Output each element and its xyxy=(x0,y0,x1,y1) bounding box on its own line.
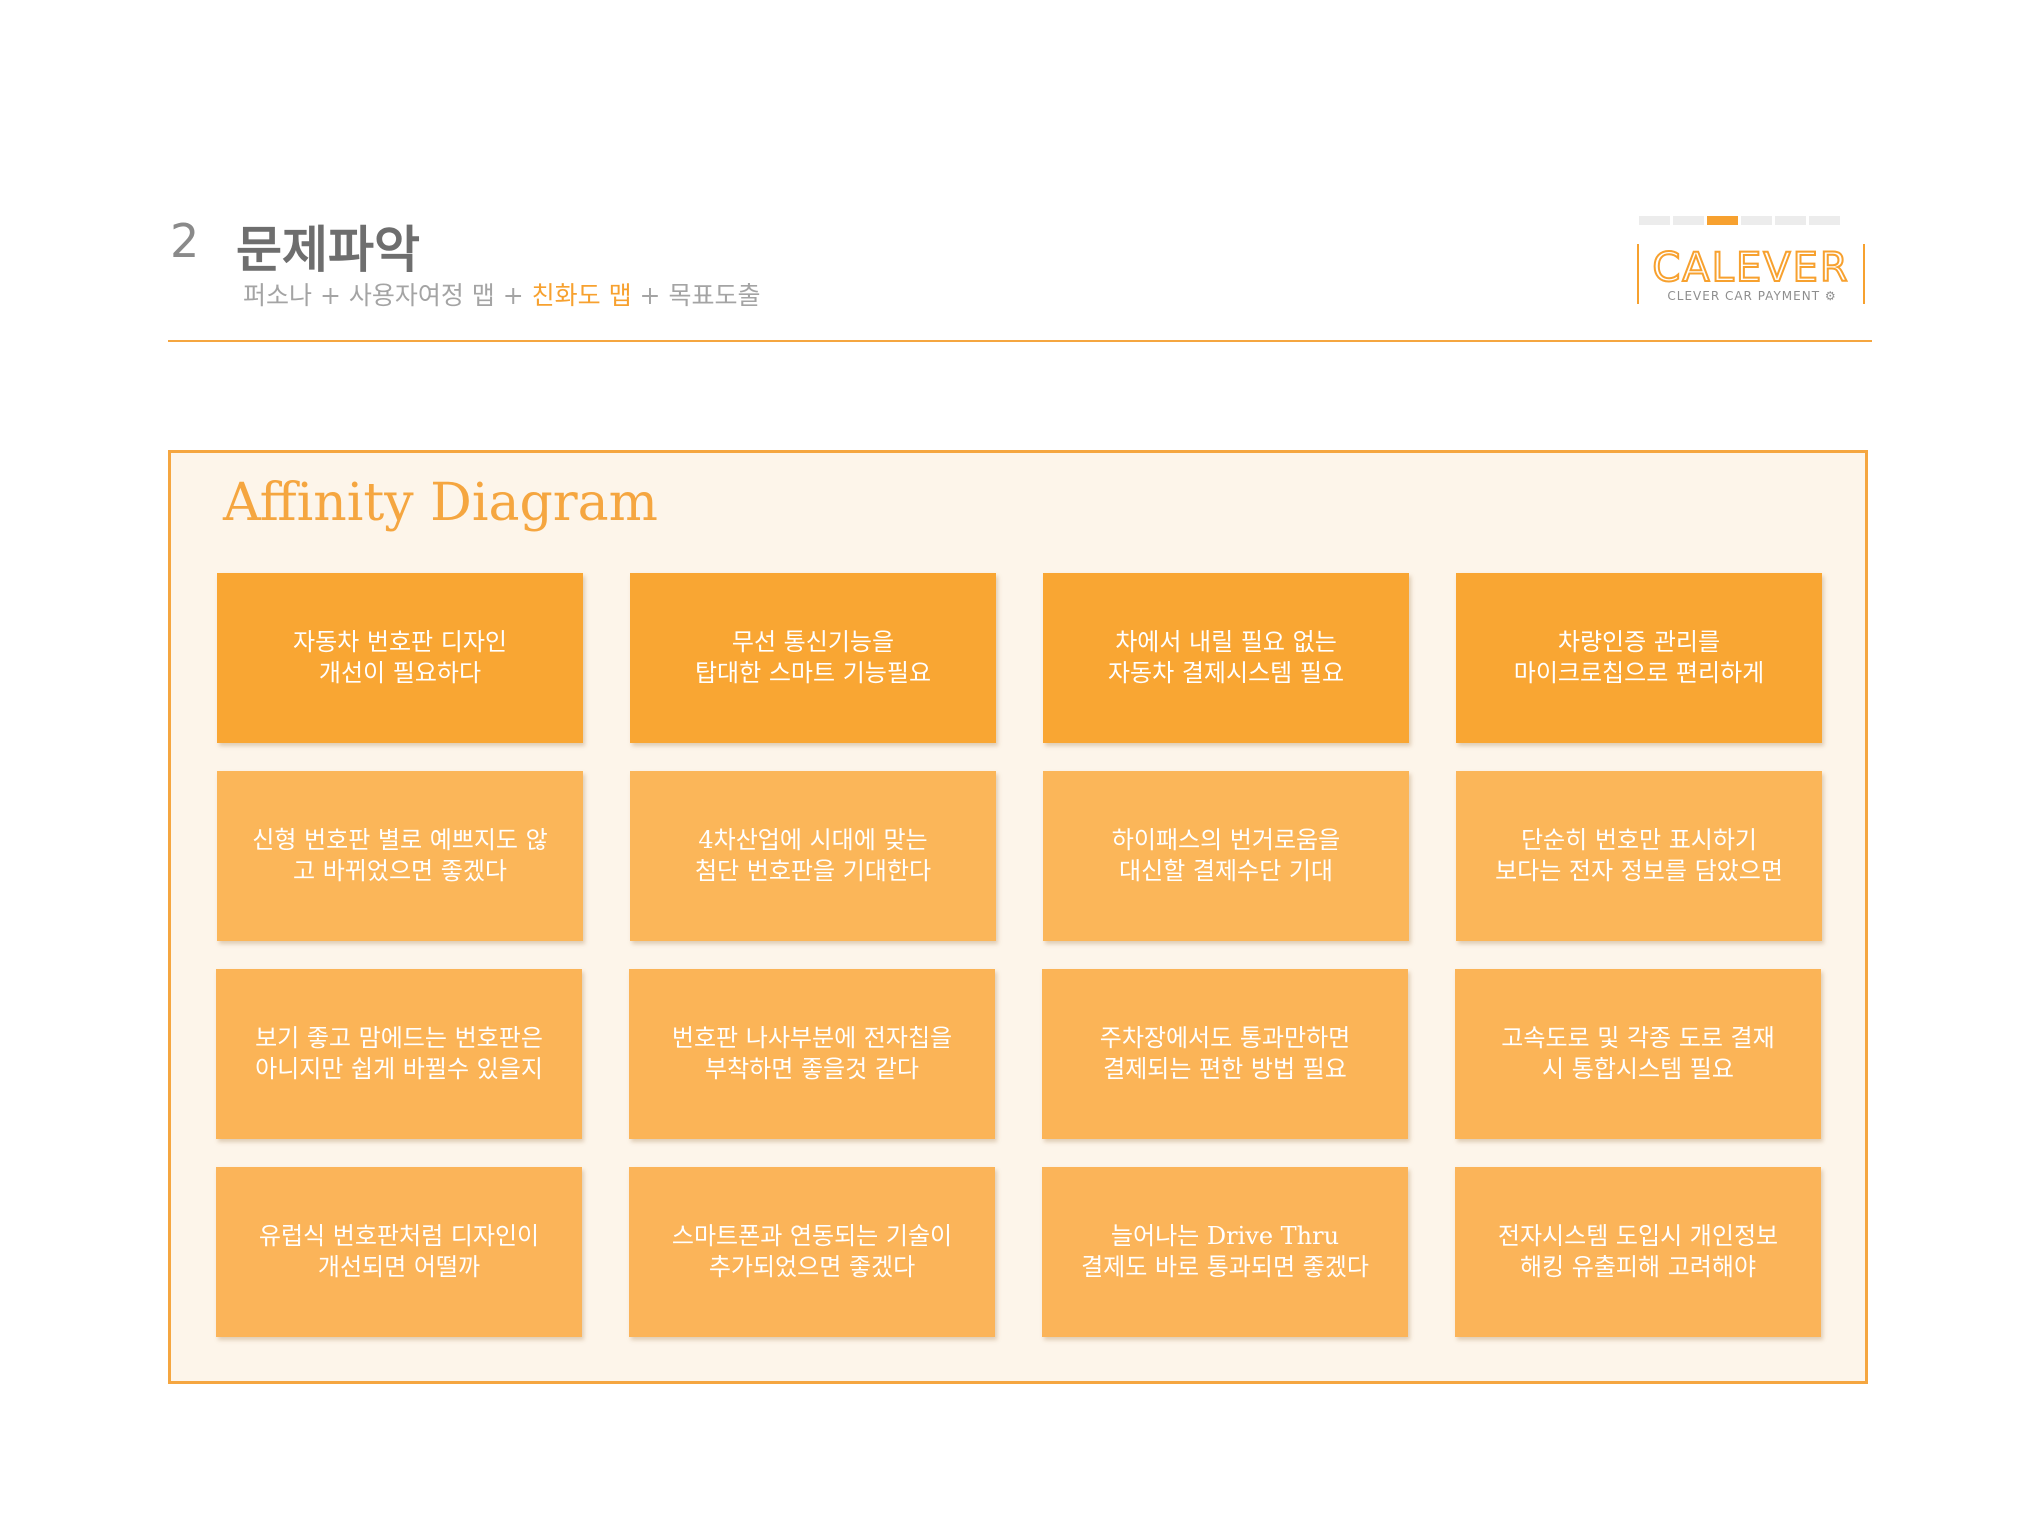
breadcrumb-separator: + xyxy=(631,281,669,310)
affinity-card: 자동차 번호판 디자인 개선이 필요하다 xyxy=(217,573,583,743)
logo-wordmark: CALEVER xyxy=(1651,245,1850,291)
affinity-diagram-panel: Affinity Diagram 자동차 번호판 디자인 개선이 필요하다 무선… xyxy=(168,450,1868,1384)
affinity-card: 차에서 내릴 필요 없는 자동차 결제시스템 필요 xyxy=(1043,573,1409,743)
affinity-card: 보기 좋고 맘에드는 번호판은 아니지만 쉽게 바뀔수 있을지 xyxy=(216,969,582,1139)
header-divider xyxy=(168,340,1872,342)
affinity-card: 전자시스템 도입시 개인정보 해킹 유출피해 고려해야 xyxy=(1455,1167,1821,1337)
logo-tagline-text: CLEVER CAR PAYMENT xyxy=(1667,289,1821,303)
logo-tagline: CLEVER CAR PAYMENT ⚙ xyxy=(1647,289,1857,303)
card-text: 보기 좋고 맘에드는 번호판은 아니지만 쉽게 바뀔수 있을지 xyxy=(255,1024,543,1083)
card-text: 신형 번호판 별로 예쁘지도 않 고 바뀌었으면 좋겠다 xyxy=(252,826,548,885)
affinity-card: 4차산업에 시대에 맞는 첨단 번호판을 기대한다 xyxy=(630,771,996,941)
gear-icon: ⚙ xyxy=(1824,289,1837,303)
calever-logo: CALEVER CLEVER CAR PAYMENT ⚙ xyxy=(1637,216,1865,312)
affinity-card: 고속도로 및 각종 도로 결재 시 통합시스템 필요 xyxy=(1455,969,1821,1139)
progress-segment xyxy=(1639,216,1670,225)
affinity-card: 스마트폰과 연동되는 기술이 추가되었으면 좋겠다 xyxy=(629,1167,995,1337)
panel-title: Affinity Diagram xyxy=(223,473,658,533)
affinity-card: 하이패스의 번거로움을 대신할 결제수단 기대 xyxy=(1043,771,1409,941)
affinity-card: 무선 통신기능을 탑대한 스마트 기능필요 xyxy=(630,573,996,743)
progress-segment xyxy=(1673,216,1704,225)
card-text: 늘어나는 Drive Thru 결제도 바로 통과되면 좋겠다 xyxy=(1081,1222,1369,1281)
card-text: 차량인증 관리를 마이크로칩으로 편리하게 xyxy=(1513,628,1765,687)
affinity-card: 차량인증 관리를 마이크로칩으로 편리하게 xyxy=(1456,573,1822,743)
affinity-card: 유럽식 번호판처럼 디자인이 개선되면 어떨까 xyxy=(216,1167,582,1337)
breadcrumb-separator: + xyxy=(312,281,349,310)
progress-segment xyxy=(1809,216,1840,225)
progress-segment xyxy=(1775,216,1806,225)
breadcrumb-item-goals: 목표도출 xyxy=(668,281,761,310)
affinity-card: 신형 번호판 별로 예쁘지도 않 고 바뀌었으면 좋겠다 xyxy=(217,771,583,941)
breadcrumb-item-persona: 퍼소나 xyxy=(243,281,313,310)
card-text: 4차산업에 시대에 맞는 첨단 번호판을 기대한다 xyxy=(694,826,932,885)
card-text: 무선 통신기능을 탑대한 스마트 기능필요 xyxy=(694,628,932,687)
card-text: 단순히 번호만 표시하기 보다는 전자 정보를 담았으면 xyxy=(1495,826,1783,885)
breadcrumb-item-journey-map: 사용자여정 맵 xyxy=(348,281,495,310)
card-text: 유럽식 번호판처럼 디자인이 개선되면 어떨까 xyxy=(258,1222,540,1281)
breadcrumb: 퍼소나 + 사용자여정 맵 + 친화도 맵 + 목표도출 xyxy=(243,276,760,312)
progress-segment-active xyxy=(1707,216,1738,225)
breadcrumb-separator: + xyxy=(494,281,532,310)
section-number: 2 xyxy=(170,214,200,268)
card-text: 고속도로 및 각종 도로 결재 시 통합시스템 필요 xyxy=(1501,1024,1775,1083)
breadcrumb-item-affinity-map: 친화도 맵 xyxy=(531,281,632,310)
affinity-card: 늘어나는 Drive Thru 결제도 바로 통과되면 좋겠다 xyxy=(1042,1167,1408,1337)
progress-segment xyxy=(1741,216,1772,225)
card-text: 자동차 번호판 디자인 개선이 필요하다 xyxy=(293,628,507,687)
affinity-card: 번호판 나사부분에 전자칩을 부착하면 좋을것 같다 xyxy=(629,969,995,1139)
affinity-card: 주차장에서도 통과만하면 결제되는 편한 방법 필요 xyxy=(1042,969,1408,1139)
progress-indicator xyxy=(1639,216,1840,225)
card-text: 전자시스템 도입시 개인정보 해킹 유출피해 고려해야 xyxy=(1497,1222,1779,1281)
card-text: 스마트폰과 연동되는 기술이 추가되었으면 좋겠다 xyxy=(671,1222,953,1281)
card-text: 차에서 내릴 필요 없는 자동차 결제시스템 필요 xyxy=(1107,628,1345,687)
card-text: 번호판 나사부분에 전자칩을 부착하면 좋을것 같다 xyxy=(671,1024,953,1083)
logo-frame: CALEVER CLEVER CAR PAYMENT ⚙ xyxy=(1637,244,1865,304)
card-text: 하이패스의 번거로움을 대신할 결제수단 기대 xyxy=(1111,826,1341,885)
card-text: 주차장에서도 통과만하면 결제되는 편한 방법 필요 xyxy=(1099,1024,1351,1083)
section-title: 문제파악 xyxy=(236,220,420,279)
affinity-card: 단순히 번호만 표시하기 보다는 전자 정보를 담았으면 xyxy=(1456,771,1822,941)
